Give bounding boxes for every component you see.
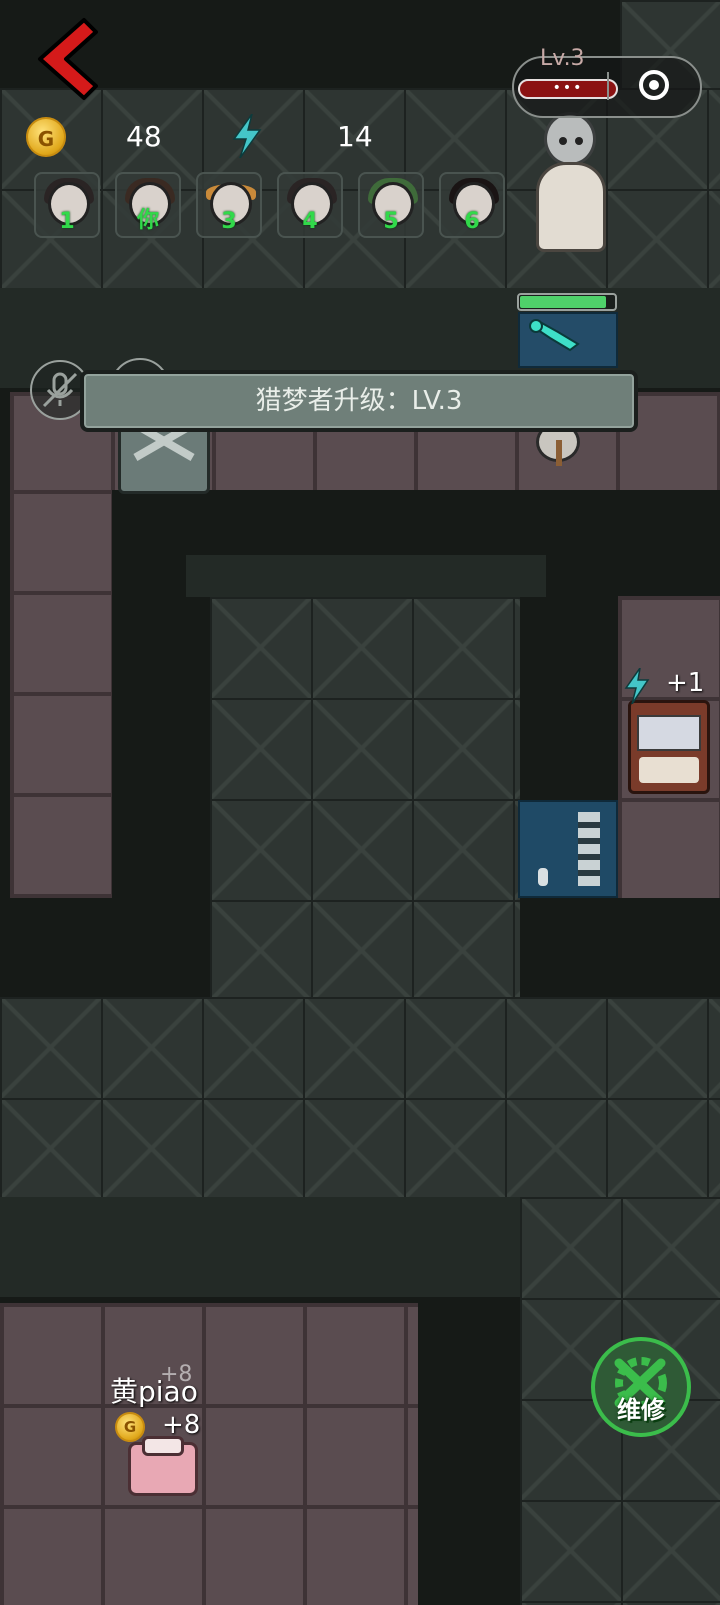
repair-station[interactable]: [518, 312, 618, 368]
slot-number: 4: [302, 209, 318, 234]
more-dots-icon[interactable]: •••: [518, 79, 618, 99]
blue-door[interactable]: [518, 800, 618, 898]
gold-count: 48: [126, 120, 162, 153]
slot-number: 5: [383, 209, 399, 234]
lightning-icon: [624, 668, 650, 704]
room-wall-top: [186, 555, 546, 597]
hunter-hp-bar: [517, 293, 617, 311]
slot-number: 3: [221, 209, 237, 234]
slot-number: 1: [59, 209, 75, 234]
player-slot-1[interactable]: 1: [34, 172, 100, 238]
player-slot-3[interactable]: 3: [196, 172, 262, 238]
wrench-icon: [529, 319, 580, 352]
lightning-icon: [232, 114, 262, 158]
coin-icon: G: [26, 117, 66, 157]
player-slot-4[interactable]: 4: [277, 172, 343, 238]
floor-middle: [0, 997, 720, 1197]
ghost-head: [544, 112, 596, 166]
gold-gain: +8: [162, 1410, 201, 1440]
room-pink-bottom: [0, 1303, 418, 1605]
player-name: 黄piao: [110, 1375, 198, 1408]
door-bars: [578, 812, 600, 886]
wall-strip-lower: [0, 1197, 520, 1297]
player-slot-5[interactable]: 5: [358, 172, 424, 238]
dream-hunter-ghost: [528, 108, 614, 254]
player-slot-6[interactable]: 6: [439, 172, 505, 238]
capsule-divider: [607, 72, 609, 100]
target-icon[interactable]: [639, 70, 669, 100]
back-arrow-icon[interactable]: [28, 14, 98, 104]
repair-label: 维修: [617, 1396, 665, 1424]
player-bed[interactable]: [128, 1436, 198, 1500]
hunter-level: Lv.3: [540, 46, 585, 71]
corridor-pink-left: [10, 490, 112, 898]
player-slot-2[interactable]: 你: [115, 172, 181, 238]
tool-cabinet[interactable]: [118, 421, 210, 494]
level-up-banner: 猎梦者升级：LV.3: [80, 370, 638, 432]
slot-number: 你: [136, 208, 159, 233]
hunter-hp-fill: [520, 296, 606, 308]
arcade-machine[interactable]: [628, 700, 710, 794]
energy-count: 14: [337, 120, 373, 153]
coin-icon: G: [115, 1412, 145, 1442]
ghost-robe: [536, 162, 606, 252]
slot-number: 6: [464, 209, 480, 234]
floor-center-room: [210, 597, 520, 997]
machine-bonus: +1: [666, 668, 705, 698]
door-knob: [538, 868, 548, 886]
